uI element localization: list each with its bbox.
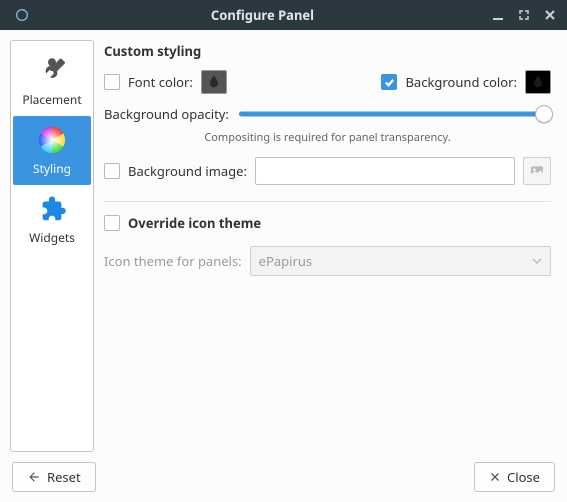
section-title-custom-styling: Custom styling: [104, 42, 551, 60]
font-color-checkbox[interactable]: [104, 74, 120, 90]
reset-button-label: Reset: [47, 468, 81, 486]
close-button-label: Close: [507, 468, 540, 486]
sidebar-item-label: Styling: [33, 160, 71, 177]
puzzle-icon: [36, 193, 68, 225]
background-opacity-slider[interactable]: [239, 104, 551, 124]
slider-thumb[interactable]: [535, 105, 553, 123]
color-row: Font color: Background color:: [104, 70, 551, 94]
titlebar: Configure Panel: [0, 0, 567, 30]
color-wheel-icon: [36, 124, 68, 156]
background-image-checkbox[interactable]: [104, 163, 120, 179]
icon-theme-label: Icon theme for panels:: [104, 252, 242, 270]
background-color-checkbox[interactable]: [381, 74, 397, 90]
icon-theme-value: ePapirus: [259, 252, 312, 270]
footer: Reset Close: [10, 462, 557, 492]
sidebar-item-placement[interactable]: Placement: [13, 47, 91, 116]
font-color-swatch[interactable]: [201, 70, 227, 94]
background-image-input[interactable]: [255, 157, 515, 185]
separator: [104, 201, 551, 202]
minimize-button[interactable]: [489, 6, 507, 24]
close-button[interactable]: Close: [474, 462, 555, 492]
opacity-row: Background opacity:: [104, 104, 551, 124]
close-window-button[interactable]: [541, 6, 559, 24]
background-opacity-label: Background opacity:: [104, 105, 229, 123]
override-icon-theme-label: Override icon theme: [128, 214, 261, 232]
background-color-label: Background color:: [405, 73, 517, 91]
icon-theme-row: Icon theme for panels: ePapirus: [104, 246, 551, 276]
sidebar-item-widgets[interactable]: Widgets: [13, 185, 91, 254]
client-area: Placement: [0, 30, 567, 502]
window-title: Configure Panel: [36, 6, 489, 24]
close-icon: [489, 471, 501, 483]
override-icon-theme-row: Override icon theme: [104, 214, 551, 232]
override-icon-theme-checkbox[interactable]: [104, 215, 120, 231]
chevron-down-icon: [532, 256, 542, 266]
sidebar-item-label: Widgets: [29, 229, 75, 246]
background-color-swatch[interactable]: [525, 70, 551, 94]
main-row: Placement: [10, 40, 557, 452]
wrench-icon: [36, 55, 68, 87]
app-icon: [8, 7, 36, 23]
styling-panel: Custom styling Font color: Background co…: [102, 40, 557, 452]
sidebar-item-label: Placement: [22, 91, 81, 108]
maximize-button[interactable]: [515, 6, 533, 24]
background-image-browse-button[interactable]: [523, 157, 551, 185]
icon-theme-select: ePapirus: [250, 246, 551, 276]
reset-button[interactable]: Reset: [12, 462, 96, 492]
compositing-hint: Compositing is required for panel transp…: [104, 130, 551, 145]
font-color-label: Font color:: [128, 73, 193, 91]
reset-icon: [27, 470, 41, 484]
background-image-label: Background image:: [128, 162, 247, 180]
sidebar: Placement: [10, 40, 94, 452]
sidebar-item-styling[interactable]: Styling: [13, 116, 91, 185]
background-image-row: Background image:: [104, 157, 551, 185]
